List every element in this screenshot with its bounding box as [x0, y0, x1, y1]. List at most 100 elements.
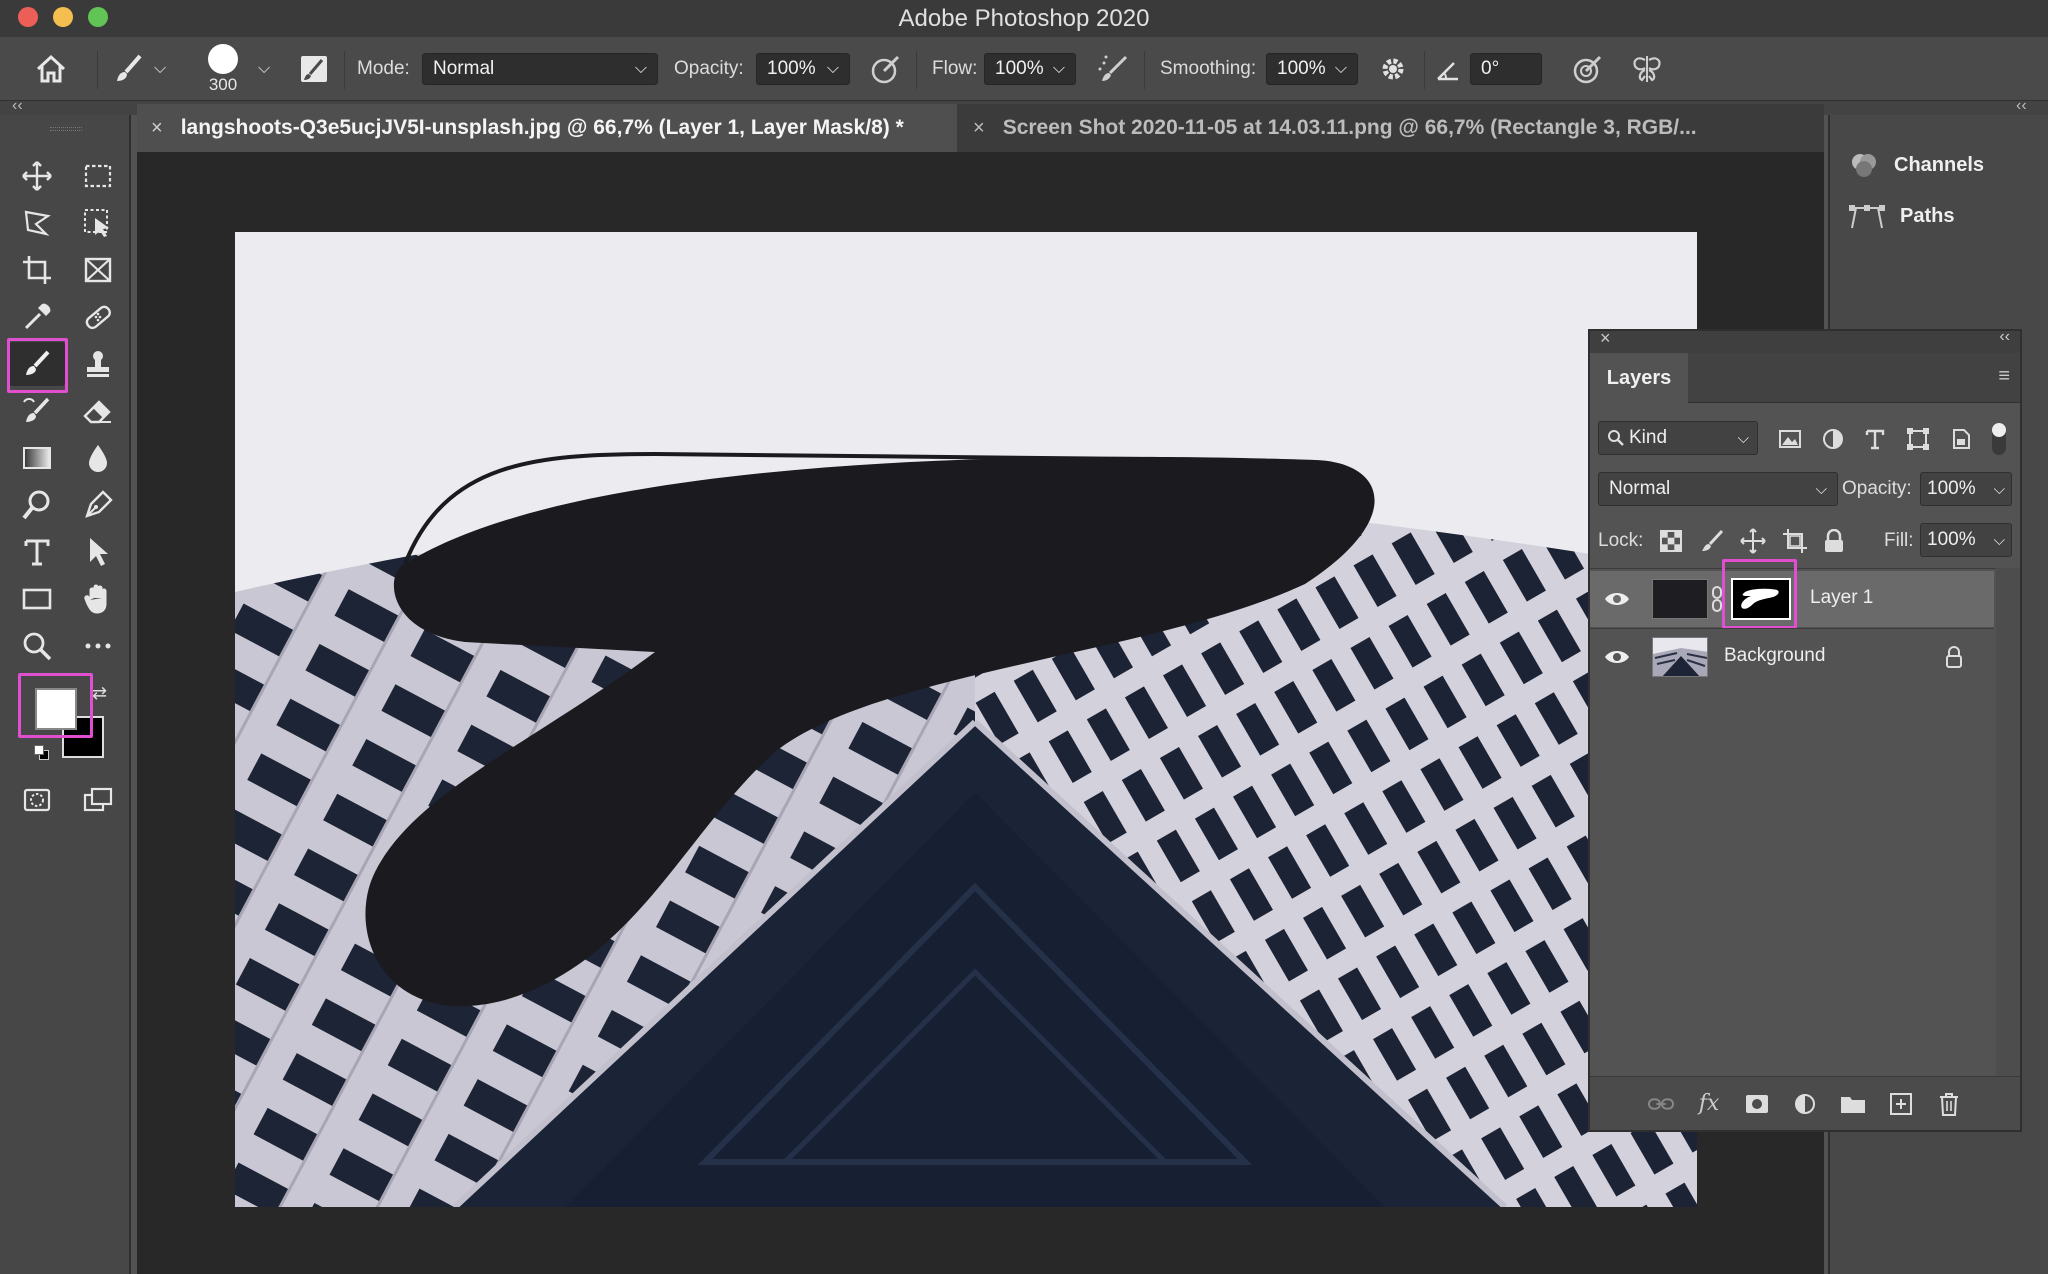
angle-icon — [1437, 62, 1458, 81]
move-tool[interactable] — [9, 154, 65, 198]
quick-mask-button[interactable] — [9, 778, 65, 822]
marquee-tool[interactable] — [70, 154, 126, 198]
screen-mode-icon — [83, 787, 113, 812]
gradient-tool[interactable] — [9, 436, 65, 480]
dodge-icon — [22, 490, 50, 520]
close-tab-icon[interactable]: × — [973, 117, 985, 140]
paths-panel-button[interactable]: Paths — [1848, 194, 1954, 238]
filter-pixel-icon[interactable] — [1778, 427, 1802, 451]
mode-select[interactable]: Normal ⌵ — [422, 53, 658, 85]
pressure-size-button[interactable] — [1572, 37, 1604, 101]
filter-smart-object-icon[interactable] — [1949, 427, 1973, 451]
screen-mode-button[interactable] — [70, 778, 126, 822]
symmetry-button[interactable] — [1630, 37, 1664, 101]
airbrush-icon — [1098, 55, 1128, 81]
tab-label: Screen Shot 2020-11-05 at 14.03.11.png @… — [1002, 116, 1697, 139]
close-panel-icon[interactable]: × — [1600, 328, 1611, 349]
dodge-tool[interactable] — [9, 483, 65, 527]
lock-image-pixels-icon[interactable] — [1700, 529, 1724, 553]
add-mask-button[interactable] — [1744, 1091, 1770, 1117]
lock-transparent-pixels-icon[interactable] — [1660, 530, 1682, 552]
collapse-right-icon[interactable]: ‹‹ — [2016, 97, 2027, 115]
default-colors-icon[interactable] — [34, 745, 50, 761]
search-icon — [1608, 430, 1624, 446]
tools-panel: ⇄ — [0, 115, 131, 1274]
delete-layer-button[interactable] — [1936, 1091, 1962, 1117]
document-canvas[interactable] — [235, 232, 1697, 1207]
toolbar-grip[interactable] — [50, 127, 82, 131]
lock-icon[interactable] — [1945, 646, 1963, 668]
lock-all-icon[interactable] — [1823, 529, 1845, 553]
panel-menu-icon[interactable]: ≡ — [1998, 365, 2010, 388]
blur-tool[interactable] — [70, 436, 126, 480]
eyedropper-tool[interactable] — [9, 295, 65, 339]
pen-tool[interactable] — [70, 483, 126, 527]
object-selection-tool[interactable] — [70, 201, 126, 245]
collapse-left-icon[interactable]: ‹‹ — [12, 97, 23, 115]
tab-document-2[interactable]: × Screen Shot 2020-11-05 at 14.03.11.png… — [959, 104, 1799, 152]
collapse-panel-icon[interactable]: ‹‹ — [1999, 328, 2010, 346]
tab-layers[interactable]: Layers — [1590, 353, 1688, 404]
stamp-icon — [87, 351, 109, 377]
channels-icon — [1852, 154, 1876, 177]
channels-label: Channels — [1894, 153, 1985, 176]
crop-tool[interactable] — [9, 248, 65, 292]
filter-toggle[interactable] — [1992, 423, 2006, 455]
channels-panel-button[interactable]: Channels — [1848, 143, 1984, 187]
chevron-down-icon: ⌵ — [1815, 480, 1827, 498]
home-button[interactable] — [34, 37, 68, 101]
link-layers-button[interactable] — [1648, 1091, 1674, 1117]
smoothing-settings-button[interactable] — [1378, 37, 1408, 101]
adjustment-layer-button[interactable] — [1792, 1091, 1818, 1117]
history-brush-icon — [23, 397, 50, 422]
layers-scrollbar[interactable] — [1996, 568, 2020, 1078]
new-layer-button[interactable] — [1888, 1091, 1914, 1117]
lock-position-icon[interactable] — [1740, 528, 1766, 554]
more-tools-button[interactable] — [70, 624, 126, 668]
filter-type-icon[interactable] — [1863, 427, 1887, 451]
paths-icon — [1849, 205, 1885, 229]
eye-icon[interactable] — [1604, 648, 1630, 666]
layer-filter-select[interactable]: Kind ⌵ — [1598, 421, 1758, 455]
angle-input[interactable]: 0° — [1470, 53, 1542, 85]
blend-mode-select[interactable]: Normal ⌵ — [1598, 472, 1838, 506]
brush-preset-picker[interactable]: ⌵ — [112, 37, 166, 101]
swap-colors-icon[interactable]: ⇄ — [92, 683, 107, 704]
eraser-tool[interactable] — [70, 389, 126, 433]
close-tab-icon[interactable]: × — [151, 117, 163, 140]
brush-size-picker[interactable]: 300 — [208, 37, 238, 101]
lock-artboard-icon[interactable] — [1782, 528, 1808, 554]
hand-tool[interactable] — [70, 577, 126, 621]
new-group-button[interactable] — [1840, 1091, 1866, 1117]
layer-opacity-input[interactable]: 100% ⌵ — [1920, 472, 2012, 506]
airbrush-button[interactable] — [1096, 37, 1132, 101]
frame-tool[interactable] — [70, 248, 126, 292]
smoothing-input[interactable]: 100% ⌵ — [1266, 53, 1358, 85]
brush-settings-button[interactable] — [298, 37, 330, 101]
layer-opacity-label: Opacity: — [1842, 478, 1912, 499]
fill-input[interactable]: 100% ⌵ — [1920, 523, 2012, 557]
quick-mask-icon — [23, 788, 51, 812]
mode-label: Mode: — [357, 58, 410, 79]
healing-brush-tool[interactable] — [70, 295, 126, 339]
flow-input[interactable]: 100% ⌵ — [984, 53, 1076, 85]
opacity-input[interactable]: 100% ⌵ — [756, 53, 850, 85]
pressure-opacity-button[interactable] — [870, 37, 902, 101]
eye-icon[interactable] — [1604, 590, 1630, 608]
chevron-down-icon: ⌵ — [634, 60, 647, 77]
layer-row-background[interactable]: Background — [1590, 629, 1994, 685]
path-selection-tool[interactable] — [70, 530, 126, 574]
rectangle-tool[interactable] — [9, 577, 65, 621]
layer-style-button[interactable]: fx — [1696, 1091, 1722, 1117]
clone-stamp-tool[interactable] — [70, 342, 126, 386]
lasso-tool[interactable] — [9, 201, 65, 245]
filter-shape-icon[interactable] — [1906, 427, 1930, 451]
history-brush-tool[interactable] — [9, 389, 65, 433]
chevron-down-icon[interactable]: ⌵ — [258, 37, 270, 101]
layers-panel-header[interactable]: × ‹‹ — [1590, 328, 2020, 353]
tab-document-1[interactable]: × langshoots-Q3e5ucjJV5I-unsplash.jpg @ … — [137, 104, 957, 152]
type-tool[interactable] — [9, 530, 65, 574]
tab-label: langshoots-Q3e5ucjJV5I-unsplash.jpg @ 66… — [180, 116, 904, 139]
filter-adjustment-icon[interactable] — [1821, 427, 1845, 451]
zoom-tool[interactable] — [9, 624, 65, 668]
